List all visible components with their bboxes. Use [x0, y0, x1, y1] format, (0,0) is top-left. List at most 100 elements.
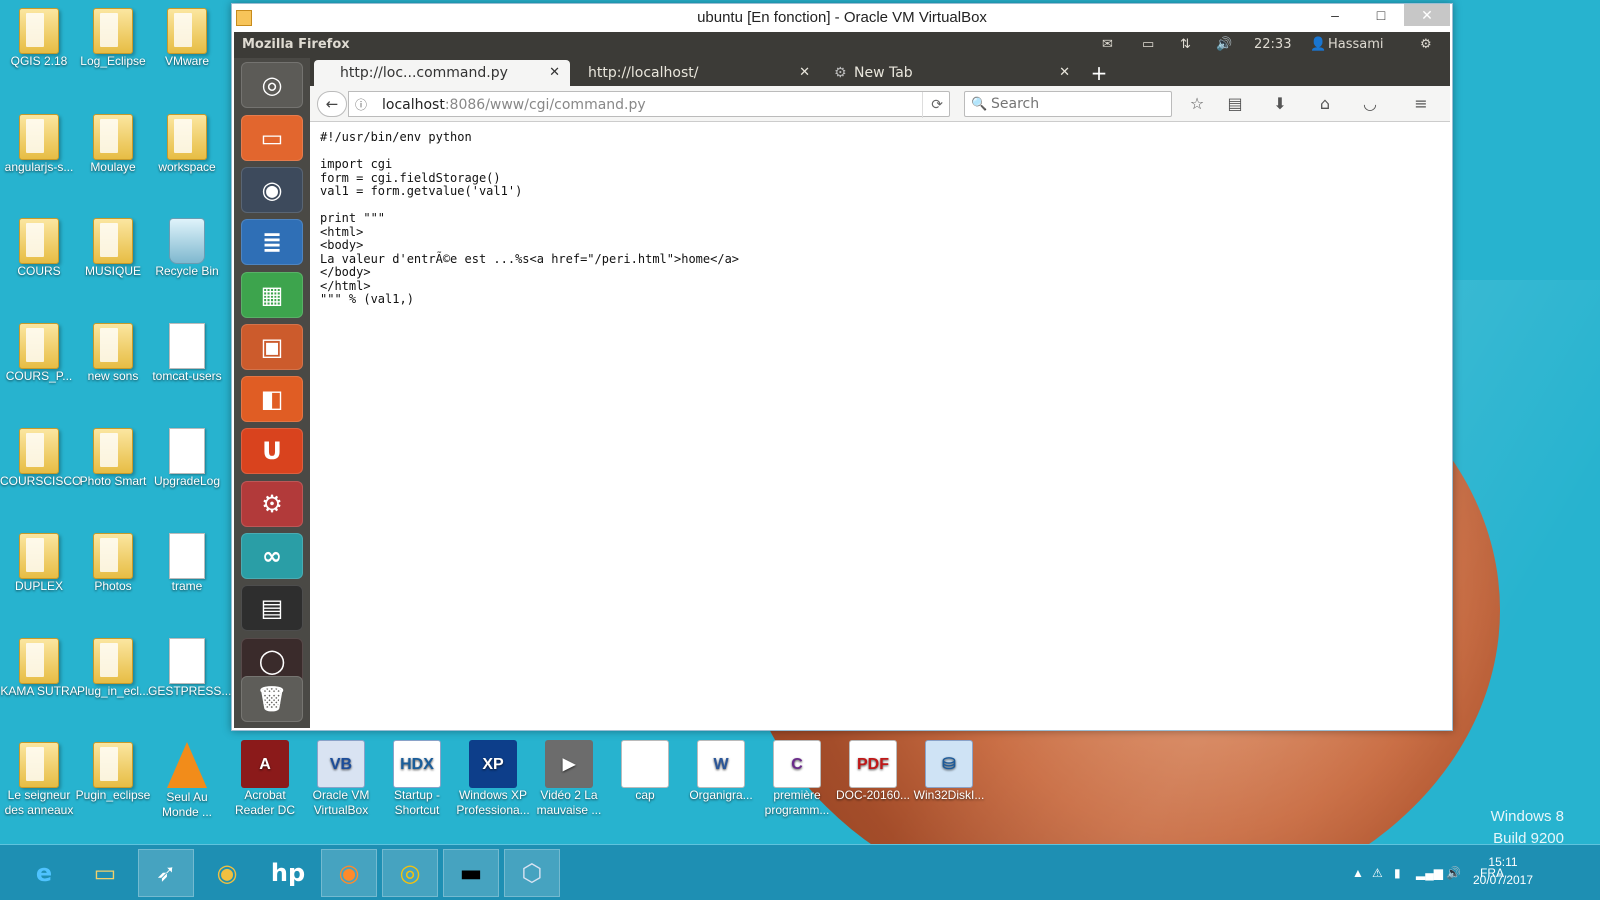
pocket-icon[interactable]: ◡ — [1355, 91, 1385, 117]
mail-icon[interactable]: ✉ — [1102, 32, 1113, 58]
settings-gear-icon[interactable]: ⚙ — [1420, 32, 1432, 58]
ubuntu-one-icon[interactable]: U — [241, 428, 303, 474]
panel-clock[interactable]: 22:33 — [1254, 32, 1291, 58]
launcher-rocket-icon[interactable]: ➶ — [138, 849, 194, 897]
desktop-shortcut[interactable]: HDX Startup - Shortcut — [378, 740, 456, 818]
desktop-icon[interactable]: UpgradeLog — [148, 426, 226, 489]
desktop-icon[interactable]: VMware — [148, 6, 226, 69]
hdx-icon: HDX — [393, 740, 441, 788]
reload-icon[interactable]: ⟳ — [922, 92, 943, 118]
battery-tray-icon[interactable]: ▮ — [1394, 845, 1401, 900]
battery-icon[interactable]: ▭ — [1142, 32, 1154, 58]
desktop-icon[interactable]: KAMA SUTRA — [0, 636, 78, 699]
security-alert-icon[interactable]: ⚠ — [1372, 845, 1383, 900]
speaker-icon[interactable]: 🔊 — [1446, 845, 1461, 900]
desktop-icon[interactable]: MUSIQUE — [74, 216, 152, 279]
tab-localhost[interactable]: http://localhost/ ✕ — [562, 60, 820, 86]
command-prompt-icon[interactable]: ▬ — [443, 849, 499, 897]
desktop-shortcut[interactable]: W Organigra... — [682, 740, 760, 803]
binary-file-icon — [169, 533, 205, 579]
desktop-icon[interactable]: COURSCISCO — [0, 426, 81, 489]
desktop-shortcut[interactable]: ⛁ Win32DiskI... — [910, 740, 988, 803]
close-tab-icon[interactable]: ✕ — [799, 60, 810, 86]
virtualbox-taskbar-icon[interactable]: ⬡ — [504, 849, 560, 897]
desktop-icon[interactable]: GESTPRESS.... — [148, 636, 235, 699]
panel-user-name[interactable]: Hassami — [1328, 32, 1384, 58]
desktop-icon[interactable]: DUPLEX — [0, 531, 78, 594]
tab-command-py[interactable]: http://loc...command.py ✕ — [314, 60, 570, 86]
desktop-icon[interactable]: workspace — [148, 112, 226, 175]
writer-icon[interactable]: ≣ — [241, 219, 303, 265]
reading-list-icon[interactable]: ▤ — [1220, 91, 1250, 117]
dash-home-icon[interactable]: ◎ — [241, 62, 303, 108]
url-bar[interactable]: ⓘ localhost:8086/www/cgi/command.py ⟳ — [348, 91, 950, 118]
folder-icon — [19, 742, 59, 788]
clock-date: 20/07/2017 — [1472, 873, 1534, 887]
files-icon[interactable]: ▭ — [241, 115, 303, 161]
blank-file-icon — [169, 638, 205, 684]
taskbar-clock[interactable]: 15:11 20/07/2017 — [1468, 853, 1538, 889]
desktop-shortcut[interactable]: Cpremière programm... — [758, 740, 836, 818]
desktop-icon[interactable]: COURS_P... — [0, 321, 78, 384]
search-input[interactable] — [991, 95, 1161, 113]
home-icon[interactable]: ⌂ — [1310, 91, 1340, 117]
close-button[interactable]: ✕ — [1404, 4, 1450, 26]
software-center-icon[interactable]: ◧ — [241, 376, 303, 422]
show-hidden-icons-icon[interactable]: ▲ — [1352, 845, 1364, 900]
desktop-icon[interactable]: Plug_in_ecl... — [74, 636, 152, 699]
close-tab-icon[interactable]: ✕ — [549, 60, 560, 86]
folder-icon — [93, 533, 133, 579]
virtualbox-titlebar[interactable]: ubuntu [En fonction] - Oracle VM Virtual… — [232, 4, 1452, 32]
navigation-bar: ← ⓘ localhost:8086/www/cgi/command.py ⟳ … — [310, 86, 1450, 122]
search-box[interactable]: 🔍 — [964, 91, 1172, 117]
impress-icon[interactable]: ▣ — [241, 324, 303, 370]
desktop-icon[interactable]: Pugin_eclipse — [74, 740, 152, 803]
chrome-icon[interactable]: ◎ — [382, 849, 438, 897]
desktop-icon[interactable]: Seul Au Monde ... — [148, 740, 226, 820]
bookmark-star-icon[interactable]: ☆ — [1182, 91, 1212, 117]
media-player-icon[interactable]: ◉ — [199, 849, 255, 897]
system-settings-icon[interactable]: ⚙ — [241, 481, 303, 527]
desktop-icon[interactable]: new sons — [74, 321, 152, 384]
desktop-shortcut[interactable]: cap — [606, 740, 684, 803]
hp-icon[interactable]: hp — [260, 849, 316, 897]
file-explorer-icon[interactable]: ▭ — [77, 849, 133, 897]
url-text[interactable]: localhost:8086/www/cgi/command.py — [382, 92, 646, 118]
desktop-icon[interactable]: Recycle Bin — [148, 216, 226, 279]
desktop-icon[interactable]: trame — [148, 531, 226, 594]
network-icon[interactable]: ⇅ — [1180, 32, 1191, 58]
desktop-icon[interactable]: Moulaye — [74, 112, 152, 175]
back-button[interactable]: ← — [317, 91, 347, 117]
downloads-icon[interactable]: ⬇ — [1265, 91, 1295, 117]
firefox-taskbar-icon[interactable]: ◉ — [321, 849, 377, 897]
trash-icon[interactable]: 🗑 — [241, 676, 303, 722]
desktop-icon[interactable]: tomcat-users — [148, 321, 226, 384]
desktop-icon[interactable]: QGIS 2.18 — [0, 6, 78, 69]
desktop-icon[interactable]: Photos — [74, 531, 152, 594]
desktop-shortcut[interactable]: XP Windows XP Professiona... — [454, 740, 532, 818]
desktop-shortcut[interactable]: VB Oracle VM VirtualBox — [302, 740, 380, 818]
desktop-icon[interactable]: Le seigneur des anneaux — [0, 740, 78, 818]
info-icon[interactable]: ⓘ — [355, 92, 367, 118]
internet-explorer-icon[interactable]: e — [16, 849, 72, 897]
wifi-icon[interactable]: ▂▄▆ — [1416, 845, 1443, 900]
desktop-shortcut[interactable]: ▶ Vidéo 2 La mauvaise ... — [530, 740, 608, 818]
close-tab-icon[interactable]: ✕ — [1059, 60, 1070, 86]
maximize-button[interactable]: □ — [1358, 4, 1404, 26]
desktop-shortcut[interactable]: PDF DOC-20160... — [834, 740, 912, 803]
desktop-icon[interactable]: Log_Eclipse — [74, 6, 152, 69]
volume-icon[interactable]: 🔊 — [1216, 32, 1232, 58]
minimize-button[interactable]: – — [1312, 4, 1358, 26]
firefox-icon[interactable]: ◉ — [241, 167, 303, 213]
new-tab-button[interactable]: + — [1086, 60, 1112, 86]
drive-icon[interactable]: ▤ — [241, 585, 303, 631]
tab-new-tab[interactable]: ⚙ New Tab ✕ — [828, 60, 1080, 86]
desktop-shortcut[interactable]: A Acrobat Reader DC — [226, 740, 304, 818]
arduino-icon[interactable]: ∞ — [241, 533, 303, 579]
desktop-icon[interactable]: Photo Smart — [74, 426, 152, 489]
desktop-icon[interactable]: angularjs-s... — [0, 112, 78, 175]
calc-icon[interactable]: ▦ — [241, 272, 303, 318]
desktop-icon[interactable]: COURS — [0, 216, 78, 279]
menu-icon[interactable]: ≡ — [1406, 91, 1436, 117]
folder-icon — [93, 323, 133, 369]
